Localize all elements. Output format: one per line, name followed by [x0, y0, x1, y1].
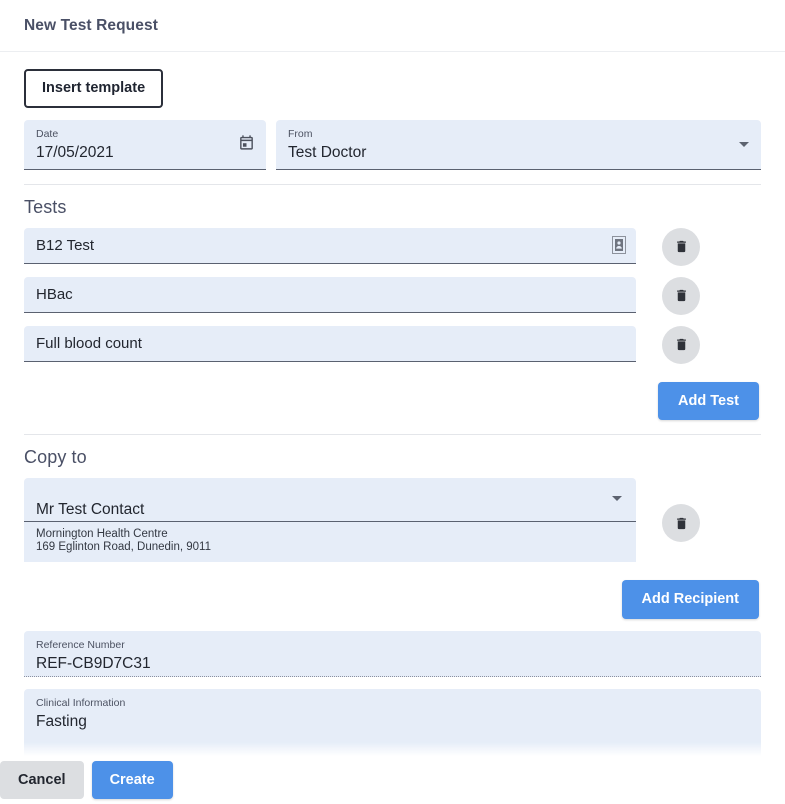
dialog-header: New Test Request — [0, 0, 785, 52]
trash-icon — [674, 336, 689, 353]
test-value-1: HBac — [36, 285, 73, 305]
chevron-down-icon[interactable] — [612, 496, 622, 501]
test-input-2[interactable]: Full blood count — [24, 326, 636, 362]
copy-to-row: Mr Test Contact Mornington Health Centre… — [24, 478, 761, 562]
test-value-0: B12 Test — [36, 236, 94, 256]
clinical-information-value: Fasting — [36, 711, 749, 732]
clinical-information-label: Clinical Information — [36, 697, 749, 710]
date-field-label: Date — [36, 128, 254, 141]
test-input-0[interactable]: B12 Test — [24, 228, 636, 264]
trash-icon — [674, 238, 689, 255]
recipient-address: Mornington Health Centre 169 Eglinton Ro… — [24, 522, 636, 562]
divider-after-tests — [24, 434, 761, 435]
cancel-button[interactable]: Cancel — [0, 761, 84, 800]
date-field[interactable]: Date 17/05/2021 — [24, 120, 266, 170]
recipient-address-line-2: 169 Eglinton Road, Dunedin, 9011 — [36, 541, 624, 554]
add-recipient-button[interactable]: Add Recipient — [622, 580, 759, 619]
recipient-address-line-1: Mornington Health Centre — [36, 528, 624, 541]
table-row: B12 Test — [24, 228, 761, 266]
table-row: HBac — [24, 277, 761, 315]
recipient-select[interactable]: Mr Test Contact — [24, 478, 636, 522]
table-row: Full blood count — [24, 326, 761, 364]
test-input-1[interactable]: HBac — [24, 277, 636, 313]
from-field-value: Test Doctor — [288, 142, 749, 163]
delete-test-button-2[interactable] — [662, 326, 700, 364]
delete-test-button-0[interactable] — [662, 228, 700, 266]
add-test-row: Add Test — [24, 382, 761, 421]
add-recipient-row: Add Recipient — [24, 580, 761, 619]
divider-after-header-fields — [24, 184, 761, 185]
trash-icon — [674, 515, 689, 532]
trash-icon — [674, 287, 689, 304]
reference-number-label: Reference Number — [36, 639, 749, 652]
insert-template-row: Insert template — [24, 53, 761, 120]
from-field[interactable]: From Test Doctor — [276, 120, 761, 170]
reference-number-field[interactable]: Reference Number REF-CB9D7C31 — [24, 631, 761, 677]
date-field-value: 17/05/2021 — [36, 142, 254, 163]
delete-recipient-button[interactable] — [662, 504, 700, 542]
test-value-2: Full blood count — [36, 334, 142, 354]
dialog-body: Insert template Date 17/05/2021 From Tes… — [0, 53, 785, 756]
clinical-information-field[interactable]: Clinical Information Fasting — [24, 689, 761, 757]
from-field-label: From — [288, 128, 749, 141]
recipient-value: Mr Test Contact — [36, 500, 624, 520]
calendar-icon[interactable] — [238, 134, 255, 151]
page-title: New Test Request — [24, 17, 158, 35]
tests-section-title: Tests — [24, 197, 761, 218]
add-test-button[interactable]: Add Test — [658, 382, 759, 421]
insert-template-button[interactable]: Insert template — [24, 69, 163, 108]
date-from-row: Date 17/05/2021 From Test Doctor — [24, 120, 761, 170]
copy-to-section-title: Copy to — [24, 447, 761, 468]
create-button[interactable]: Create — [92, 761, 173, 800]
note-badge-icon[interactable] — [612, 236, 626, 254]
dialog-footer: Cancel Create — [0, 756, 785, 804]
reference-number-value: REF-CB9D7C31 — [36, 653, 749, 674]
chevron-down-icon[interactable] — [739, 142, 749, 147]
delete-test-button-1[interactable] — [662, 277, 700, 315]
